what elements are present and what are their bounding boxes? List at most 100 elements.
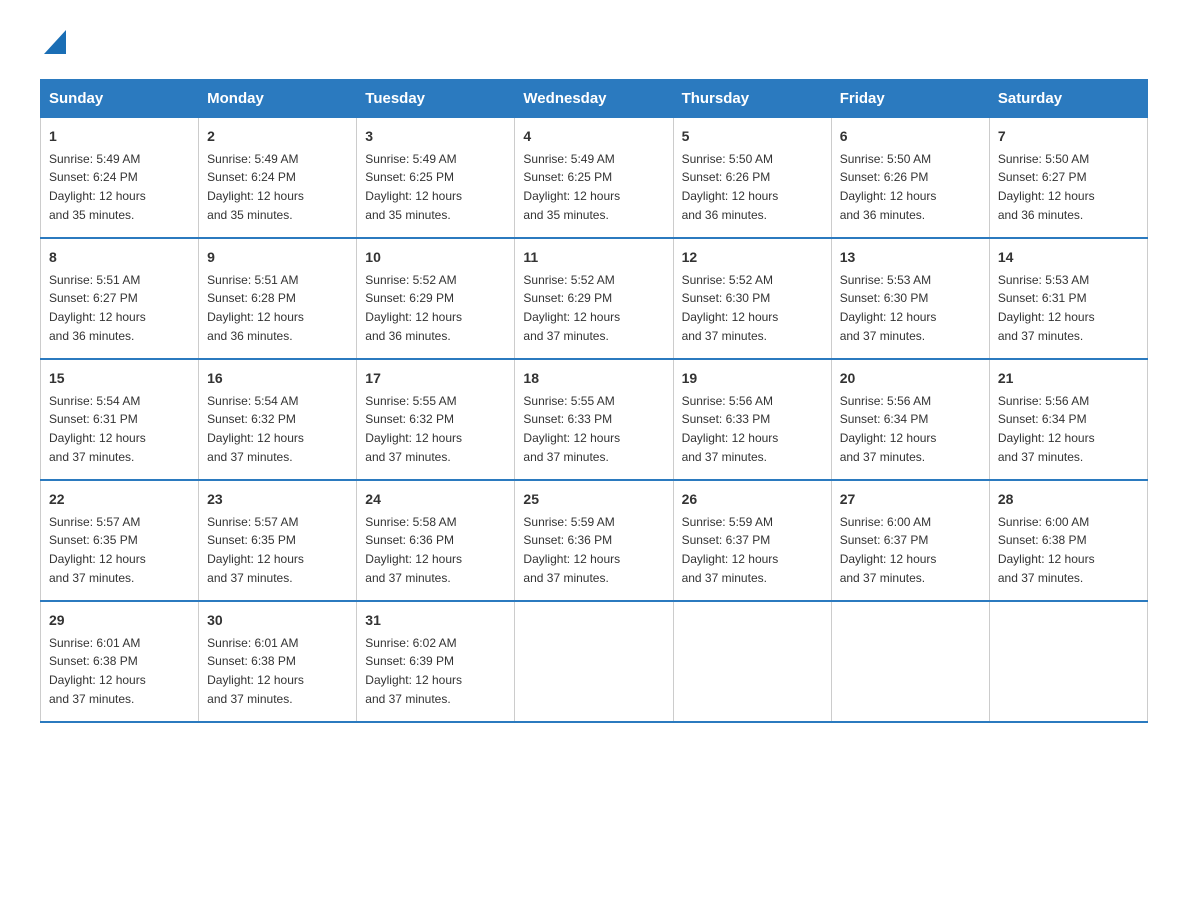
calendar-day-cell: 7 Sunrise: 5:50 AMSunset: 6:27 PMDayligh… <box>989 117 1147 238</box>
day-number: 27 <box>840 489 981 510</box>
day-info: Sunrise: 5:59 AMSunset: 6:37 PMDaylight:… <box>682 515 779 585</box>
day-info: Sunrise: 5:50 AMSunset: 6:27 PMDaylight:… <box>998 152 1095 222</box>
calendar-day-cell: 17 Sunrise: 5:55 AMSunset: 6:32 PMDaylig… <box>357 359 515 480</box>
day-number: 28 <box>998 489 1139 510</box>
calendar-day-cell: 12 Sunrise: 5:52 AMSunset: 6:30 PMDaylig… <box>673 238 831 359</box>
day-number: 22 <box>49 489 190 510</box>
calendar-day-cell: 23 Sunrise: 5:57 AMSunset: 6:35 PMDaylig… <box>199 480 357 601</box>
calendar-day-cell: 1 Sunrise: 5:49 AMSunset: 6:24 PMDayligh… <box>41 117 199 238</box>
day-number: 31 <box>365 610 506 631</box>
weekday-header-tuesday: Tuesday <box>357 79 515 117</box>
calendar-day-cell: 31 Sunrise: 6:02 AMSunset: 6:39 PMDaylig… <box>357 601 515 722</box>
day-info: Sunrise: 5:54 AMSunset: 6:31 PMDaylight:… <box>49 394 146 464</box>
day-number: 14 <box>998 247 1139 268</box>
logo-triangle-icon <box>44 30 66 54</box>
calendar-day-cell <box>515 601 673 722</box>
day-number: 20 <box>840 368 981 389</box>
day-info: Sunrise: 6:01 AMSunset: 6:38 PMDaylight:… <box>207 636 304 706</box>
calendar-week-row: 29 Sunrise: 6:01 AMSunset: 6:38 PMDaylig… <box>41 601 1148 722</box>
day-info: Sunrise: 6:00 AMSunset: 6:38 PMDaylight:… <box>998 515 1095 585</box>
day-info: Sunrise: 6:00 AMSunset: 6:37 PMDaylight:… <box>840 515 937 585</box>
calendar-week-row: 15 Sunrise: 5:54 AMSunset: 6:31 PMDaylig… <box>41 359 1148 480</box>
day-info: Sunrise: 5:49 AMSunset: 6:25 PMDaylight:… <box>365 152 462 222</box>
calendar-week-row: 8 Sunrise: 5:51 AMSunset: 6:27 PMDayligh… <box>41 238 1148 359</box>
day-info: Sunrise: 5:52 AMSunset: 6:29 PMDaylight:… <box>523 273 620 343</box>
day-number: 8 <box>49 247 190 268</box>
calendar-week-row: 22 Sunrise: 5:57 AMSunset: 6:35 PMDaylig… <box>41 480 1148 601</box>
day-info: Sunrise: 5:56 AMSunset: 6:34 PMDaylight:… <box>840 394 937 464</box>
calendar-day-cell: 5 Sunrise: 5:50 AMSunset: 6:26 PMDayligh… <box>673 117 831 238</box>
day-info: Sunrise: 5:49 AMSunset: 6:24 PMDaylight:… <box>207 152 304 222</box>
weekday-header-wednesday: Wednesday <box>515 79 673 117</box>
day-info: Sunrise: 5:53 AMSunset: 6:30 PMDaylight:… <box>840 273 937 343</box>
day-info: Sunrise: 5:49 AMSunset: 6:24 PMDaylight:… <box>49 152 146 222</box>
weekday-header-monday: Monday <box>199 79 357 117</box>
calendar-day-cell: 30 Sunrise: 6:01 AMSunset: 6:38 PMDaylig… <box>199 601 357 722</box>
day-number: 10 <box>365 247 506 268</box>
calendar-day-cell: 28 Sunrise: 6:00 AMSunset: 6:38 PMDaylig… <box>989 480 1147 601</box>
day-number: 18 <box>523 368 664 389</box>
calendar-day-cell: 24 Sunrise: 5:58 AMSunset: 6:36 PMDaylig… <box>357 480 515 601</box>
day-number: 21 <box>998 368 1139 389</box>
day-info: Sunrise: 5:57 AMSunset: 6:35 PMDaylight:… <box>207 515 304 585</box>
calendar-day-cell <box>673 601 831 722</box>
day-number: 5 <box>682 126 823 147</box>
day-number: 23 <box>207 489 348 510</box>
day-info: Sunrise: 5:53 AMSunset: 6:31 PMDaylight:… <box>998 273 1095 343</box>
day-info: Sunrise: 5:58 AMSunset: 6:36 PMDaylight:… <box>365 515 462 585</box>
day-info: Sunrise: 5:59 AMSunset: 6:36 PMDaylight:… <box>523 515 620 585</box>
weekday-header-saturday: Saturday <box>989 79 1147 117</box>
weekday-header-thursday: Thursday <box>673 79 831 117</box>
day-info: Sunrise: 5:52 AMSunset: 6:29 PMDaylight:… <box>365 273 462 343</box>
calendar-day-cell: 22 Sunrise: 5:57 AMSunset: 6:35 PMDaylig… <box>41 480 199 601</box>
calendar-day-cell <box>831 601 989 722</box>
day-number: 26 <box>682 489 823 510</box>
day-number: 24 <box>365 489 506 510</box>
calendar-day-cell: 6 Sunrise: 5:50 AMSunset: 6:26 PMDayligh… <box>831 117 989 238</box>
day-number: 6 <box>840 126 981 147</box>
day-number: 13 <box>840 247 981 268</box>
calendar-day-cell: 27 Sunrise: 6:00 AMSunset: 6:37 PMDaylig… <box>831 480 989 601</box>
calendar-day-cell: 15 Sunrise: 5:54 AMSunset: 6:31 PMDaylig… <box>41 359 199 480</box>
calendar-day-cell: 10 Sunrise: 5:52 AMSunset: 6:29 PMDaylig… <box>357 238 515 359</box>
day-info: Sunrise: 5:50 AMSunset: 6:26 PMDaylight:… <box>840 152 937 222</box>
day-number: 17 <box>365 368 506 389</box>
calendar-day-cell: 21 Sunrise: 5:56 AMSunset: 6:34 PMDaylig… <box>989 359 1147 480</box>
day-number: 3 <box>365 126 506 147</box>
calendar-day-cell: 26 Sunrise: 5:59 AMSunset: 6:37 PMDaylig… <box>673 480 831 601</box>
day-number: 12 <box>682 247 823 268</box>
calendar-day-cell: 3 Sunrise: 5:49 AMSunset: 6:25 PMDayligh… <box>357 117 515 238</box>
day-info: Sunrise: 5:52 AMSunset: 6:30 PMDaylight:… <box>682 273 779 343</box>
weekday-header-friday: Friday <box>831 79 989 117</box>
day-info: Sunrise: 6:01 AMSunset: 6:38 PMDaylight:… <box>49 636 146 706</box>
weekday-header-row: SundayMondayTuesdayWednesdayThursdayFrid… <box>41 79 1148 117</box>
day-info: Sunrise: 5:57 AMSunset: 6:35 PMDaylight:… <box>49 515 146 585</box>
page-header <box>40 30 1148 59</box>
day-info: Sunrise: 5:56 AMSunset: 6:34 PMDaylight:… <box>998 394 1095 464</box>
calendar-day-cell: 18 Sunrise: 5:55 AMSunset: 6:33 PMDaylig… <box>515 359 673 480</box>
day-number: 2 <box>207 126 348 147</box>
day-info: Sunrise: 5:55 AMSunset: 6:32 PMDaylight:… <box>365 394 462 464</box>
calendar-day-cell: 11 Sunrise: 5:52 AMSunset: 6:29 PMDaylig… <box>515 238 673 359</box>
day-number: 4 <box>523 126 664 147</box>
weekday-header-sunday: Sunday <box>41 79 199 117</box>
calendar-day-cell: 13 Sunrise: 5:53 AMSunset: 6:30 PMDaylig… <box>831 238 989 359</box>
day-number: 19 <box>682 368 823 389</box>
calendar-day-cell: 25 Sunrise: 5:59 AMSunset: 6:36 PMDaylig… <box>515 480 673 601</box>
day-number: 30 <box>207 610 348 631</box>
calendar-day-cell: 20 Sunrise: 5:56 AMSunset: 6:34 PMDaylig… <box>831 359 989 480</box>
day-number: 29 <box>49 610 190 631</box>
day-info: Sunrise: 5:50 AMSunset: 6:26 PMDaylight:… <box>682 152 779 222</box>
day-number: 9 <box>207 247 348 268</box>
calendar-day-cell: 8 Sunrise: 5:51 AMSunset: 6:27 PMDayligh… <box>41 238 199 359</box>
logo <box>40 30 66 59</box>
calendar-day-cell: 4 Sunrise: 5:49 AMSunset: 6:25 PMDayligh… <box>515 117 673 238</box>
day-number: 1 <box>49 126 190 147</box>
day-info: Sunrise: 6:02 AMSunset: 6:39 PMDaylight:… <box>365 636 462 706</box>
calendar-day-cell: 14 Sunrise: 5:53 AMSunset: 6:31 PMDaylig… <box>989 238 1147 359</box>
calendar-table: SundayMondayTuesdayWednesdayThursdayFrid… <box>40 79 1148 723</box>
day-number: 25 <box>523 489 664 510</box>
calendar-day-cell: 19 Sunrise: 5:56 AMSunset: 6:33 PMDaylig… <box>673 359 831 480</box>
day-info: Sunrise: 5:51 AMSunset: 6:27 PMDaylight:… <box>49 273 146 343</box>
day-number: 11 <box>523 247 664 268</box>
